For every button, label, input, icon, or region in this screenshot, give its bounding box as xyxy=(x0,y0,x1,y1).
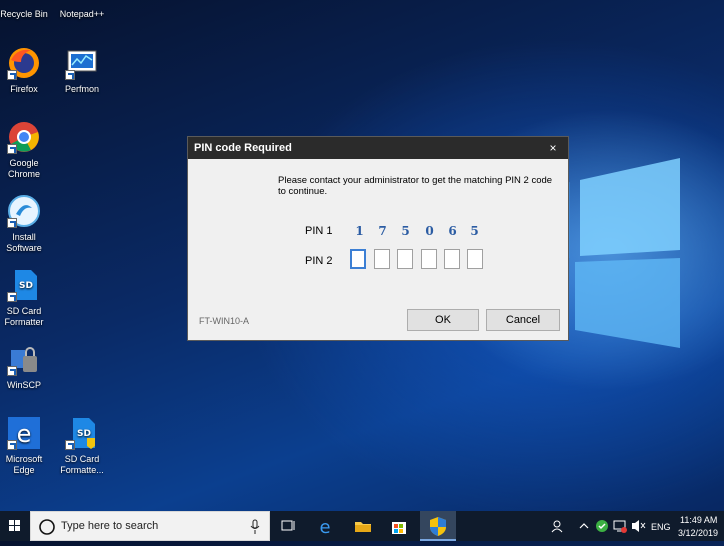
language-indicator[interactable]: ENG xyxy=(651,522,671,532)
close-icon[interactable]: × xyxy=(538,137,568,159)
pin2-digit-input-6[interactable] xyxy=(467,249,483,269)
pin1-digit: 7 xyxy=(378,224,387,238)
desktop-icon-notepadpp[interactable]: Notepad++ xyxy=(52,0,112,20)
svg-text:SD: SD xyxy=(77,429,91,439)
desktop-icon-label: SD Card Formatter xyxy=(4,306,44,327)
search-placeholder: Type here to search xyxy=(61,520,159,532)
taskbar-edge-button[interactable]: e xyxy=(310,511,340,541)
desktop-icon-sd-card-formatter-2[interactable]: SD SD Card Formatte... xyxy=(52,416,112,476)
pin1-digit: 5 xyxy=(401,224,410,238)
network-icon[interactable] xyxy=(612,511,628,541)
pin1-digit: 0 xyxy=(425,224,434,238)
pin2-digit-input-1[interactable] xyxy=(350,249,366,269)
task-view-icon xyxy=(281,520,295,531)
desktop-icon-install-software[interactable]: Install Software xyxy=(0,194,54,254)
windows-start-icon xyxy=(9,520,20,531)
taskbar-store-button[interactable] xyxy=(384,511,414,541)
search-ring-icon xyxy=(39,519,55,535)
desktop-icon-label: Microsoft Edge xyxy=(5,454,43,475)
desktop-icon-label: WinSCP xyxy=(6,380,41,390)
uac-shield-icon xyxy=(430,517,446,536)
edge-icon: e xyxy=(7,416,41,450)
svg-text:e: e xyxy=(17,420,32,448)
edge-icon: e xyxy=(319,517,330,538)
dialog-message: Please contact your administrator to get… xyxy=(278,175,553,197)
perfmon-icon xyxy=(65,46,99,80)
desktop-icon-label: SD Card Formatte... xyxy=(60,454,104,475)
taskbar: Type here to search e ENG 11:49 AM 3/12/… xyxy=(0,511,724,541)
pin2-digit-input-2[interactable] xyxy=(374,249,390,269)
desktop-icon-firefox[interactable]: Firefox xyxy=(0,46,54,95)
pin1-digit: 6 xyxy=(448,224,457,238)
taskbar-active-app-button[interactable] xyxy=(420,511,456,541)
pin-code-dialog: PIN code Required × Please contact your … xyxy=(187,136,569,341)
desktop-icon-label: Notepad++ xyxy=(59,9,105,19)
dialog-titlebar[interactable]: PIN code Required × xyxy=(188,137,568,159)
ok-button[interactable]: OK xyxy=(407,309,479,331)
pin1-digit: 1 xyxy=(355,224,364,238)
desktop-icon-label: Install Software xyxy=(6,232,42,253)
security-check-icon[interactable] xyxy=(594,511,610,541)
pin2-digit-input-5[interactable] xyxy=(444,249,460,269)
desktop-icon-microsoft-edge[interactable]: e Microsoft Edge xyxy=(0,416,54,476)
desktop-icon-label: Google Chrome xyxy=(7,158,40,179)
desktop-icon-recycle-bin[interactable]: Recycle Bin xyxy=(0,0,54,20)
pin1-label: PIN 1 xyxy=(305,225,333,237)
clock-time[interactable]: 11:49 AM xyxy=(680,515,717,525)
pin2-label: PIN 2 xyxy=(305,255,333,267)
chrome-icon xyxy=(7,120,41,154)
microphone-icon[interactable] xyxy=(249,519,261,535)
winscp-icon xyxy=(7,342,41,376)
people-icon[interactable] xyxy=(550,511,566,541)
machine-name: FT-WIN10-A xyxy=(199,316,250,326)
clock-date[interactable]: 3/12/2019 xyxy=(678,528,718,538)
sd-card-icon: SD xyxy=(7,268,41,302)
desktop-icon-label: Firefox xyxy=(10,84,38,94)
volume-muted-icon[interactable] xyxy=(630,511,646,541)
store-bag-icon xyxy=(392,522,406,534)
pin2-digit-input-4[interactable] xyxy=(421,249,437,269)
desktop-icon-winscp[interactable]: WinSCP xyxy=(0,342,54,391)
firefox-icon xyxy=(7,46,41,80)
svg-text:SD: SD xyxy=(19,281,33,291)
taskbar-file-explorer-button[interactable] xyxy=(348,511,378,541)
taskbar-search-box[interactable]: Type here to search xyxy=(30,511,270,541)
desktop-icon-perfmon[interactable]: Perfmon xyxy=(52,46,112,95)
pin1-digit: 5 xyxy=(470,224,479,238)
desktop-icon-label: Perfmon xyxy=(64,84,99,94)
show-hidden-icons-chevron-icon[interactable] xyxy=(577,511,591,541)
task-view-button[interactable] xyxy=(276,511,300,541)
desktop-icon-sd-card-formatter[interactable]: SD SD Card Formatter xyxy=(0,268,54,328)
start-button[interactable] xyxy=(0,511,30,541)
folder-icon xyxy=(355,522,371,532)
dialog-title: PIN code Required xyxy=(194,142,292,154)
svg-text:e: e xyxy=(319,517,330,538)
desktop-icon-google-chrome[interactable]: Google Chrome xyxy=(0,120,54,180)
sd-card-icon: SD xyxy=(65,416,99,450)
cancel-button[interactable]: Cancel xyxy=(486,309,560,331)
install-software-icon xyxy=(7,194,41,228)
pin2-digit-input-3[interactable] xyxy=(397,249,413,269)
desktop-icon-label: Recycle Bin xyxy=(0,9,48,19)
